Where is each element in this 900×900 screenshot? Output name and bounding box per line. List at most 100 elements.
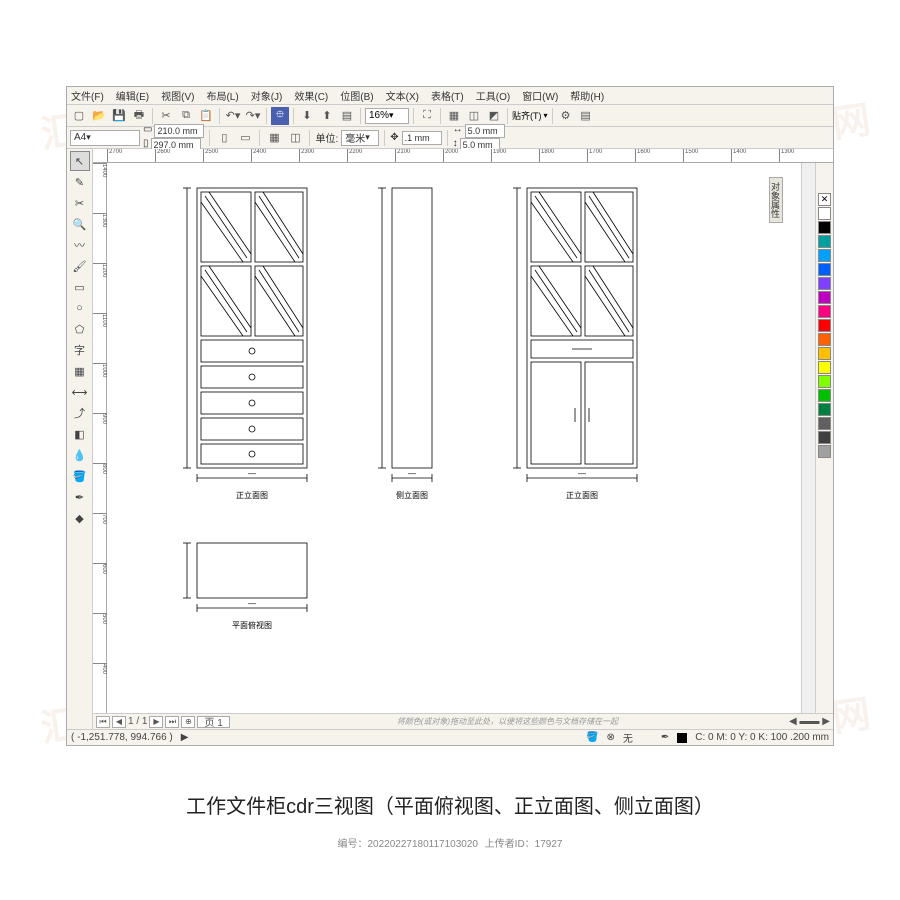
- docker-object-properties[interactable]: 对象属性: [769, 177, 783, 223]
- color-swatch[interactable]: [818, 431, 831, 444]
- paper-size-select[interactable]: A4 ▾: [70, 130, 140, 146]
- snap-label[interactable]: 贴齐(T): [512, 109, 542, 122]
- paste-icon[interactable]: 📋: [197, 107, 215, 125]
- color-swatch[interactable]: [818, 277, 831, 290]
- menu-text[interactable]: 文本(X): [386, 88, 419, 103]
- outline-tool-icon[interactable]: ✒: [70, 487, 90, 507]
- outline-info: C: 0 M: 0 Y: 0 K: 100 .200 mm: [695, 732, 829, 743]
- image-caption: 工作文件柜cdr三视图（平面俯视图、正立面图、侧立面图）: [0, 790, 900, 819]
- publish-icon[interactable]: ▤: [338, 107, 356, 125]
- units-select[interactable]: 毫米▾: [341, 130, 379, 146]
- cabinet-front-view: — 正立面图: [177, 178, 317, 508]
- fill-swatch-icon[interactable]: 🪣: [586, 732, 598, 743]
- color-swatch[interactable]: [818, 249, 831, 262]
- page-width-input[interactable]: 210.0 mm: [154, 124, 204, 138]
- save-icon[interactable]: 💾: [110, 107, 128, 125]
- horizontal-ruler[interactable]: 2700260025002400230022002100200019001800…: [93, 149, 833, 163]
- current-page-icon[interactable]: ◫: [286, 129, 304, 147]
- new-icon[interactable]: ▢: [70, 107, 88, 125]
- color-swatch[interactable]: [818, 305, 831, 318]
- menu-bitmap[interactable]: 位图(B): [340, 88, 373, 103]
- dimension-tool-icon[interactable]: ⟷: [70, 382, 90, 402]
- rectangle-tool-icon[interactable]: ▭: [70, 277, 90, 297]
- effects-tool-icon[interactable]: ◧: [70, 424, 90, 444]
- color-swatch[interactable]: [818, 333, 831, 346]
- next-page-icon[interactable]: ▶: [149, 716, 163, 728]
- freehand-tool-icon[interactable]: 〰: [70, 235, 90, 255]
- vertical-ruler[interactable]: 14001300120011001000900800700600500400: [93, 163, 107, 713]
- prev-page-icon[interactable]: ◀: [112, 716, 126, 728]
- grid-icon[interactable]: ◫: [465, 107, 483, 125]
- copy-icon[interactable]: ⧉: [177, 107, 195, 125]
- menu-view[interactable]: 视图(V): [161, 88, 194, 103]
- color-swatch[interactable]: [818, 263, 831, 276]
- shape-tool-icon[interactable]: ✎: [70, 172, 90, 192]
- drawing-canvas[interactable]: — 正立面图 — 侧立面图: [107, 163, 801, 713]
- color-swatch[interactable]: [818, 319, 831, 332]
- menu-effects[interactable]: 效果(C): [294, 88, 328, 103]
- print-icon[interactable]: 🖶: [130, 107, 148, 125]
- add-page-icon[interactable]: ⊕: [181, 716, 195, 728]
- color-swatch[interactable]: [818, 403, 831, 416]
- eyedropper-tool-icon[interactable]: 💧: [70, 445, 90, 465]
- menu-tools[interactable]: 工具(O): [476, 88, 510, 103]
- connector-tool-icon[interactable]: ⤴: [70, 403, 90, 423]
- first-page-icon[interactable]: ⏮: [96, 716, 110, 728]
- options-icon[interactable]: ⚙: [557, 107, 575, 125]
- menu-edit[interactable]: 编辑(E): [116, 88, 149, 103]
- color-swatch[interactable]: [818, 291, 831, 304]
- interactive-fill-icon[interactable]: ◆: [70, 508, 90, 528]
- property-bar: A4 ▾ ▭210.0 mm ▯297.0 mm ▯ ▭ ▦ ◫ 单位: 毫米▾…: [67, 127, 833, 149]
- page-navigator: ⏮ ◀ 1 / 1 ▶ ⏭ ⊕ 页 1 将颜色(或对象)拖动至此处，以便将这些颜…: [93, 713, 833, 729]
- guides-icon[interactable]: ◩: [485, 107, 503, 125]
- menu-window[interactable]: 窗口(W): [522, 88, 558, 103]
- open-icon[interactable]: 📂: [90, 107, 108, 125]
- pick-tool-icon[interactable]: ↖: [70, 151, 90, 171]
- vertical-scrollbar[interactable]: [801, 163, 815, 713]
- redo-icon[interactable]: ↷▾: [244, 107, 262, 125]
- cut-icon[interactable]: ✂: [157, 107, 175, 125]
- color-swatch[interactable]: [818, 221, 831, 234]
- no-color-swatch[interactable]: ✕: [818, 193, 831, 206]
- cabinet-top-view: — 平面俯视图: [177, 533, 337, 643]
- fill-tool-icon[interactable]: 🪣: [70, 466, 90, 486]
- outline-pen-icon[interactable]: ✒: [661, 732, 669, 743]
- color-swatch[interactable]: [818, 235, 831, 248]
- landscape-icon[interactable]: ▭: [236, 129, 254, 147]
- menu-layout[interactable]: 布局(L): [206, 88, 238, 103]
- polygon-tool-icon[interactable]: ⬠: [70, 319, 90, 339]
- zoom-select[interactable]: 16% ▾: [365, 108, 409, 124]
- color-swatch[interactable]: [818, 207, 831, 220]
- menu-table[interactable]: 表格(T): [431, 88, 464, 103]
- portrait-icon[interactable]: ▯: [215, 129, 233, 147]
- launcher-icon[interactable]: ▤: [577, 107, 595, 125]
- color-swatch[interactable]: [818, 361, 831, 374]
- text-tool-icon[interactable]: 字: [70, 340, 90, 360]
- color-swatch[interactable]: [818, 445, 831, 458]
- color-swatch[interactable]: [818, 347, 831, 360]
- rulers-icon[interactable]: ▦: [445, 107, 463, 125]
- ellipse-tool-icon[interactable]: ○: [70, 298, 90, 318]
- crop-tool-icon[interactable]: ✂: [70, 193, 90, 213]
- nudge-input[interactable]: .1 mm: [402, 131, 442, 145]
- artistic-media-icon[interactable]: 🖌: [70, 256, 90, 276]
- page-tab[interactable]: 页 1: [197, 716, 229, 728]
- import-icon[interactable]: ⬇: [298, 107, 316, 125]
- search-icon[interactable]: ⯐: [271, 107, 289, 125]
- menu-file[interactable]: 文件(F): [71, 88, 104, 103]
- menu-object[interactable]: 对象(J): [251, 88, 283, 103]
- zoom-tool-icon[interactable]: 🔍: [70, 214, 90, 234]
- fullscreen-icon[interactable]: ⛶: [418, 107, 436, 125]
- menu-help[interactable]: 帮助(H): [570, 88, 604, 103]
- color-swatch[interactable]: [818, 417, 831, 430]
- export-icon[interactable]: ⬆: [318, 107, 336, 125]
- dup-x-input[interactable]: 5.0 mm: [465, 124, 505, 138]
- color-swatch[interactable]: [818, 375, 831, 388]
- color-swatch[interactable]: [818, 389, 831, 402]
- all-pages-icon[interactable]: ▦: [265, 129, 283, 147]
- svg-text:侧立面图: 侧立面图: [396, 490, 428, 500]
- outline-color-swatch[interactable]: [677, 733, 687, 743]
- undo-icon[interactable]: ↶▾: [224, 107, 242, 125]
- table-tool-icon[interactable]: ▦: [70, 361, 90, 381]
- last-page-icon[interactable]: ⏭: [165, 716, 179, 728]
